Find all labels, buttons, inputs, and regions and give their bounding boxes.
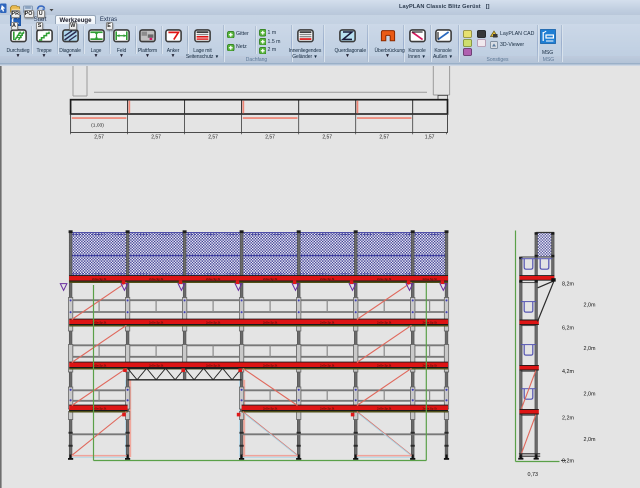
svg-text:2,57: 2,57 <box>322 135 332 141</box>
svg-text:2,57: 2,57 <box>151 135 161 141</box>
svg-text:2xGe.Sp.St: 2xGe.Sp.St <box>149 277 164 281</box>
svg-text:2xGe.Sp.St: 2xGe.Sp.St <box>206 363 221 367</box>
svg-text:2,0m: 2,0m <box>584 346 596 352</box>
svg-text:0,2m: 0,2m <box>562 458 574 464</box>
svg-text:2,2m: 2,2m <box>562 415 574 421</box>
svg-text:2,57: 2,57 <box>94 135 104 141</box>
svg-text:2xGe.Sp.St: 2xGe.Sp.St <box>377 406 392 410</box>
svg-text:0,73: 0,73 <box>528 472 539 478</box>
svg-text:2xGe.Sp.St: 2xGe.Sp.St <box>92 406 107 410</box>
svg-text:4,2m: 4,2m <box>562 369 574 375</box>
svg-text:2xGe.Sp.St: 2xGe.Sp.St <box>263 320 278 324</box>
svg-text:(1,03): (1,03) <box>91 123 104 129</box>
svg-text:2xGe.Sp.St: 2xGe.Sp.St <box>422 406 437 410</box>
svg-text:2xGe.Sp.St: 2xGe.Sp.St <box>206 277 221 281</box>
svg-text:6,2m: 6,2m <box>562 325 574 331</box>
svg-text:2xGe.Sp.St: 2xGe.Sp.St <box>320 277 335 281</box>
svg-text:2xGe.Sp.St: 2xGe.Sp.St <box>377 320 392 324</box>
svg-text:2xGe.Sp.St: 2xGe.Sp.St <box>320 406 335 410</box>
svg-text:2xGe.Sp.St: 2xGe.Sp.St <box>263 363 278 367</box>
svg-text:2xGe.Sp.St: 2xGe.Sp.St <box>422 363 437 367</box>
svg-text:2xGe.Sp.St: 2xGe.Sp.St <box>377 277 392 281</box>
svg-text:2xGe.Sp.St: 2xGe.Sp.St <box>263 277 278 281</box>
svg-text:2xGe.Sp.St: 2xGe.Sp.St <box>320 320 335 324</box>
svg-text:2,57: 2,57 <box>208 135 218 141</box>
svg-text:2xGe.Sp.St: 2xGe.Sp.St <box>92 363 107 367</box>
svg-text:2xGe.Sp.St: 2xGe.Sp.St <box>320 363 335 367</box>
svg-text:1,57: 1,57 <box>425 135 435 141</box>
svg-text:2,57: 2,57 <box>265 135 275 141</box>
svg-text:2,0m: 2,0m <box>584 392 596 398</box>
svg-text:2xGe.Sp.St: 2xGe.Sp.St <box>92 320 107 324</box>
svg-text:2xGe.Sp.St: 2xGe.Sp.St <box>377 363 392 367</box>
svg-text:2,0m: 2,0m <box>584 437 596 443</box>
svg-text:2,57: 2,57 <box>379 135 389 141</box>
svg-text:2xGe.Sp.St: 2xGe.Sp.St <box>422 320 437 324</box>
svg-text:2xGe.Sp.St: 2xGe.Sp.St <box>149 320 164 324</box>
svg-text:2,0m: 2,0m <box>584 303 596 309</box>
svg-text:2xGe.Sp.St: 2xGe.Sp.St <box>92 277 107 281</box>
svg-text:8,2m: 8,2m <box>562 281 574 287</box>
svg-text:2xGe.Sp.St: 2xGe.Sp.St <box>422 277 437 281</box>
svg-text:2xGe.Sp.St: 2xGe.Sp.St <box>263 406 278 410</box>
svg-text:2xGe.Sp.St: 2xGe.Sp.St <box>206 320 221 324</box>
svg-text:2xGe.Sp.St: 2xGe.Sp.St <box>149 363 164 367</box>
